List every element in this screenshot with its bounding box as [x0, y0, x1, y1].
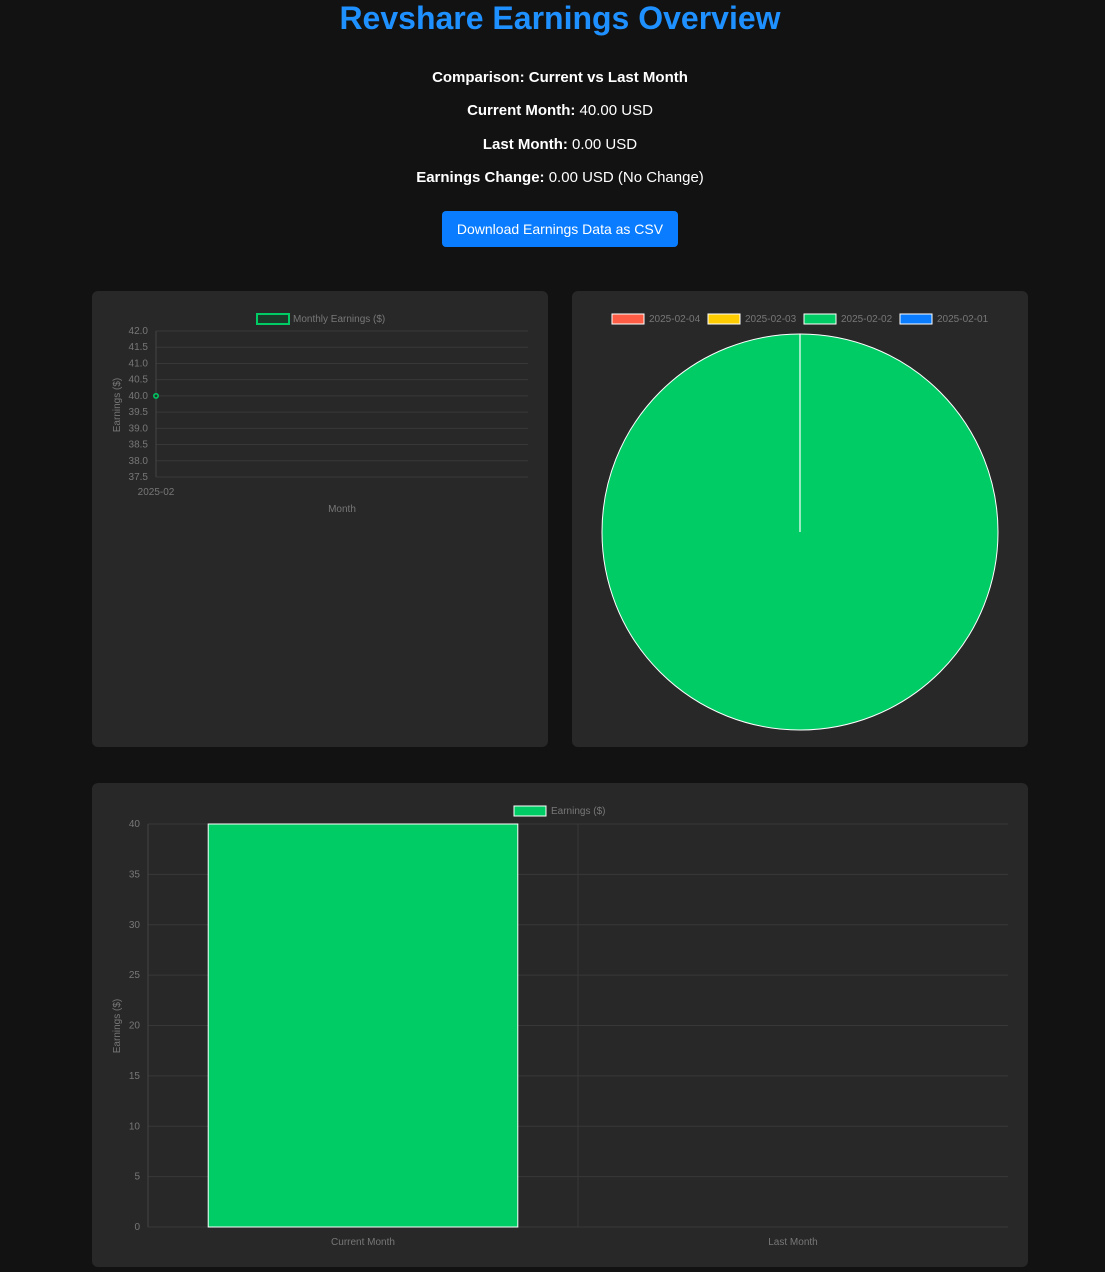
- current-month-value: 40.00 USD: [579, 102, 653, 119]
- y-tick-label: 38.0: [129, 456, 149, 467]
- legend-swatch: [611, 313, 645, 325]
- last-month-label: Last Month:: [482, 136, 568, 153]
- legend-label: 2025-02-03: [745, 314, 797, 325]
- comparison-label: Comparison: Current vs Last Month: [432, 69, 688, 86]
- y-tick-label: 35: [129, 869, 141, 880]
- bar-chart: Earnings ($) 40 35 30 25 20 15 10 5 0 Earnings ($)…: [112, 805, 1008, 1248]
- y-tick-label: 41.5: [129, 342, 149, 353]
- y-tick-label: 40.5: [129, 375, 149, 386]
- page-title: Revshare Earnings Overview: [339, 0, 781, 36]
- y-tick-label: 42.0: [129, 326, 149, 337]
- x-tick-label: Current Month: [331, 1237, 395, 1248]
- legend-label: 2025-02-04: [649, 314, 701, 325]
- legend-label: 2025-02-02: [841, 314, 893, 325]
- legend-swatch: [803, 313, 837, 325]
- x-tick-label: 2025-02: [138, 487, 175, 498]
- y-tick-label: 41.0: [129, 358, 149, 369]
- earnings-change-label: Earnings Change:: [416, 169, 545, 186]
- current-month-label: Current Month:: [467, 102, 576, 119]
- legend-swatch: [707, 313, 741, 325]
- line-chart-card: Monthly Earnings ($) 42.0 41.5 41.0 40.5 40.0…: [92, 291, 548, 747]
- earnings-change-value: 0.00 USD (No Change): [548, 169, 704, 186]
- legend-swatch: [899, 313, 933, 325]
- legend-swatch: [513, 805, 547, 817]
- y-axis-title: Earnings ($): [112, 999, 123, 1053]
- y-tick-label: 25: [129, 970, 141, 981]
- y-tick-label: 40: [129, 819, 141, 830]
- comparison-heading: Comparison: Current vs Last Month: [0, 69, 1105, 87]
- y-axis-title: Earnings ($): [112, 378, 123, 432]
- earnings-change-row: Earnings Change: 0.00 USD (No Change): [0, 169, 1105, 187]
- y-tick-label: 37.5: [129, 472, 149, 483]
- last-month-value: 0.00 USD: [572, 136, 638, 153]
- y-tick-label: 10: [129, 1121, 141, 1132]
- y-tick-label: 20: [129, 1021, 141, 1032]
- y-tick-label: 30: [129, 920, 141, 931]
- y-tick-label: 5: [134, 1172, 140, 1183]
- x-axis-title: Month: [328, 504, 356, 515]
- y-tick-label: 38.5: [129, 440, 149, 451]
- legend-label: 2025-02-01: [937, 314, 989, 325]
- bar-chart-card: Earnings ($) 40 35 30 25 20 15 10 5 0 Earnings ($)…: [92, 783, 1028, 1267]
- page: Revshare Earnings Overview Comparison: C…: [0, 0, 1105, 1272]
- pie-chart: 2025-02-04 2025-02-03 2025-02-02 2025-02-01: [601, 313, 999, 731]
- y-tick-label: 39.0: [129, 423, 149, 434]
- download-csv-button[interactable]: Download Earnings Data as CSV: [442, 211, 678, 247]
- y-tick-label: 40.0: [129, 391, 149, 402]
- current-month-row: Current Month: 40.00 USD: [0, 102, 1105, 120]
- legend-swatch: [256, 313, 290, 325]
- line-chart: Monthly Earnings ($) 42.0 41.5 41.0 40.5 40.0…: [112, 313, 528, 515]
- x-tick-label: Last Month: [768, 1237, 817, 1248]
- y-tick-label: 0: [134, 1222, 140, 1233]
- legend-label: Earnings ($): [551, 806, 605, 817]
- last-month-row: Last Month: 0.00 USD: [0, 136, 1105, 154]
- legend-label: Monthly Earnings ($): [293, 314, 385, 325]
- y-tick-label: 15: [129, 1071, 141, 1082]
- bar: [207, 823, 519, 1228]
- y-tick-label: 39.5: [129, 407, 149, 418]
- pie-chart-card: 2025-02-04 2025-02-03 2025-02-02 2025-02-01: [572, 291, 1028, 747]
- data-point: [153, 392, 159, 399]
